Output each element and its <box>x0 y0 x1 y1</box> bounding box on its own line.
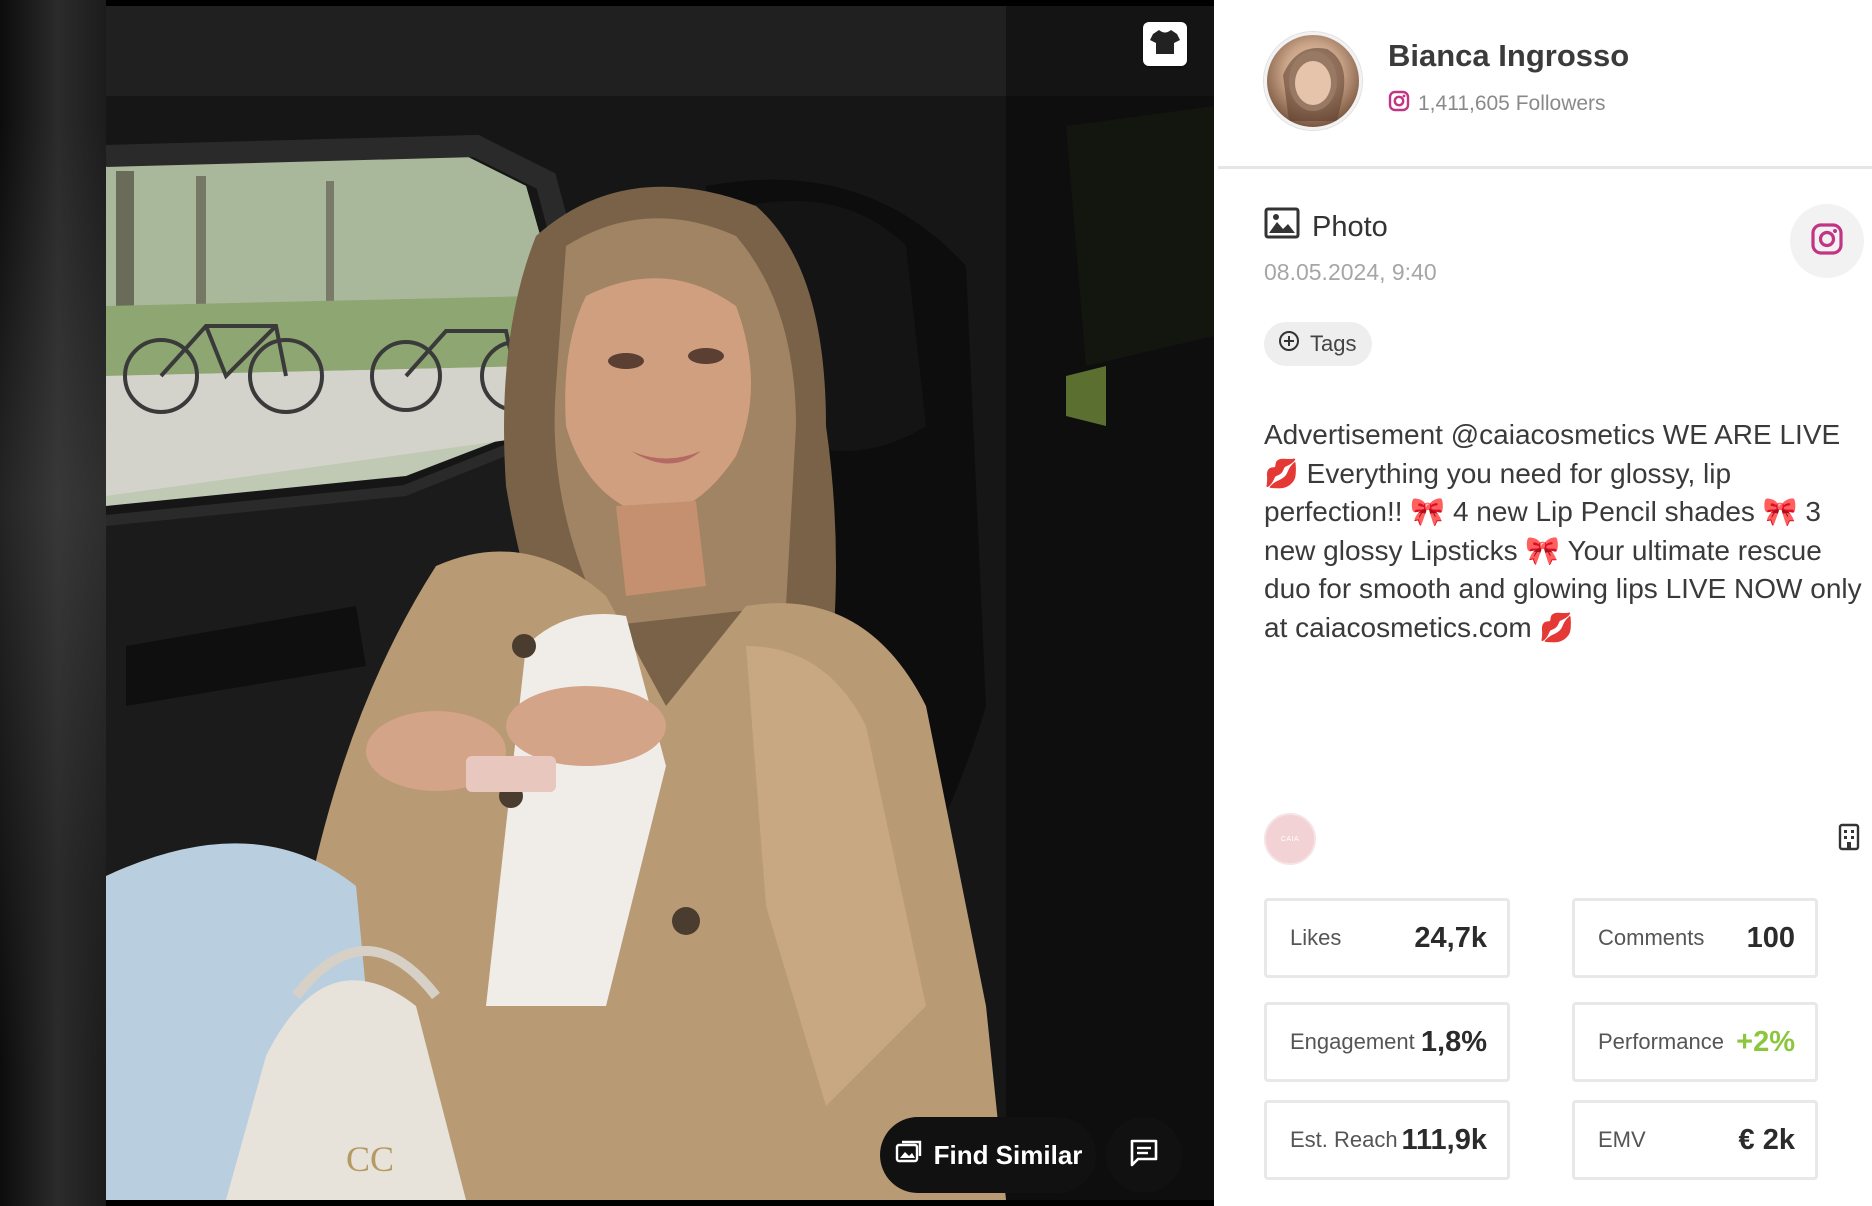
tags-button[interactable]: Tags <box>1264 322 1373 366</box>
building-icon[interactable] <box>1838 823 1860 856</box>
tags-label: Tags <box>1310 331 1357 356</box>
image-search-icon <box>894 1139 922 1172</box>
comment-icon <box>1129 1138 1159 1173</box>
stat-value: 24,7k <box>1414 921 1487 954</box>
post-photo[interactable]: CC <box>106 6 1214 1200</box>
stat-value: 100 <box>1746 921 1795 954</box>
stat-est-reach: Est. Reach 111,9k <box>1264 1100 1510 1180</box>
instagram-icon <box>1810 222 1844 261</box>
stat-value: 1,8% <box>1420 1025 1487 1058</box>
stat-label: Likes <box>1290 925 1342 950</box>
brand-logo[interactable]: CAIA <box>1264 813 1316 865</box>
stat-label: Performance <box>1598 1029 1724 1054</box>
instagram-icon <box>1388 90 1410 118</box>
post-type: Photo <box>1264 207 1388 247</box>
post-caption: Advertisement @caiacosmetics WE ARE LIVE… <box>1264 419 1870 643</box>
stat-emv: EMV € 2k <box>1572 1100 1818 1180</box>
followers-count: 1,411,605 Followers <box>1418 92 1606 115</box>
post-date: 08.05.2024, 9:40 <box>1264 259 1437 285</box>
stat-label: EMV <box>1598 1127 1646 1152</box>
find-similar-label: Find Similar <box>933 1139 1083 1170</box>
avatar[interactable] <box>1264 32 1362 130</box>
stat-label: Comments <box>1598 925 1705 950</box>
stat-comments: Comments 100 <box>1572 898 1818 978</box>
media-viewer: CC Find Similar <box>0 0 1214 1206</box>
stat-value: € 2k <box>1738 1123 1795 1156</box>
stat-value: 111,9k <box>1401 1123 1488 1156</box>
profile-header: Bianca Ingrosso 1,411,605 Followers <box>1218 0 1872 169</box>
post-detail-panel: Bianca Ingrosso 1,411,605 Followers Phot… <box>1218 0 1872 1206</box>
tshirt-button[interactable] <box>1143 22 1187 66</box>
stat-label: Est. Reach <box>1290 1127 1398 1152</box>
stat-likes: Likes 24,7k <box>1264 898 1510 978</box>
open-instagram-button[interactable] <box>1790 204 1864 278</box>
tshirt-icon <box>1150 28 1180 61</box>
followers-row: 1,411,605 Followers <box>1388 90 1606 118</box>
plus-circle-icon <box>1278 330 1300 358</box>
blurred-background <box>0 0 106 1206</box>
find-similar-button[interactable]: Find Similar <box>880 1117 1096 1193</box>
stat-value: +2% <box>1736 1025 1795 1058</box>
stat-engagement: Engagement 1,8% <box>1264 1002 1510 1082</box>
stat-label: Engagement <box>1290 1029 1415 1054</box>
stat-performance: Performance +2% <box>1572 1002 1818 1082</box>
post-type-label: Photo <box>1312 210 1388 243</box>
brand-logo-text: CAIA <box>1280 835 1300 843</box>
comment-button[interactable] <box>1106 1117 1182 1193</box>
image-icon <box>1264 207 1300 247</box>
profile-name[interactable]: Bianca Ingrosso <box>1388 38 1629 74</box>
svg-text:CC: CC <box>346 1139 394 1179</box>
